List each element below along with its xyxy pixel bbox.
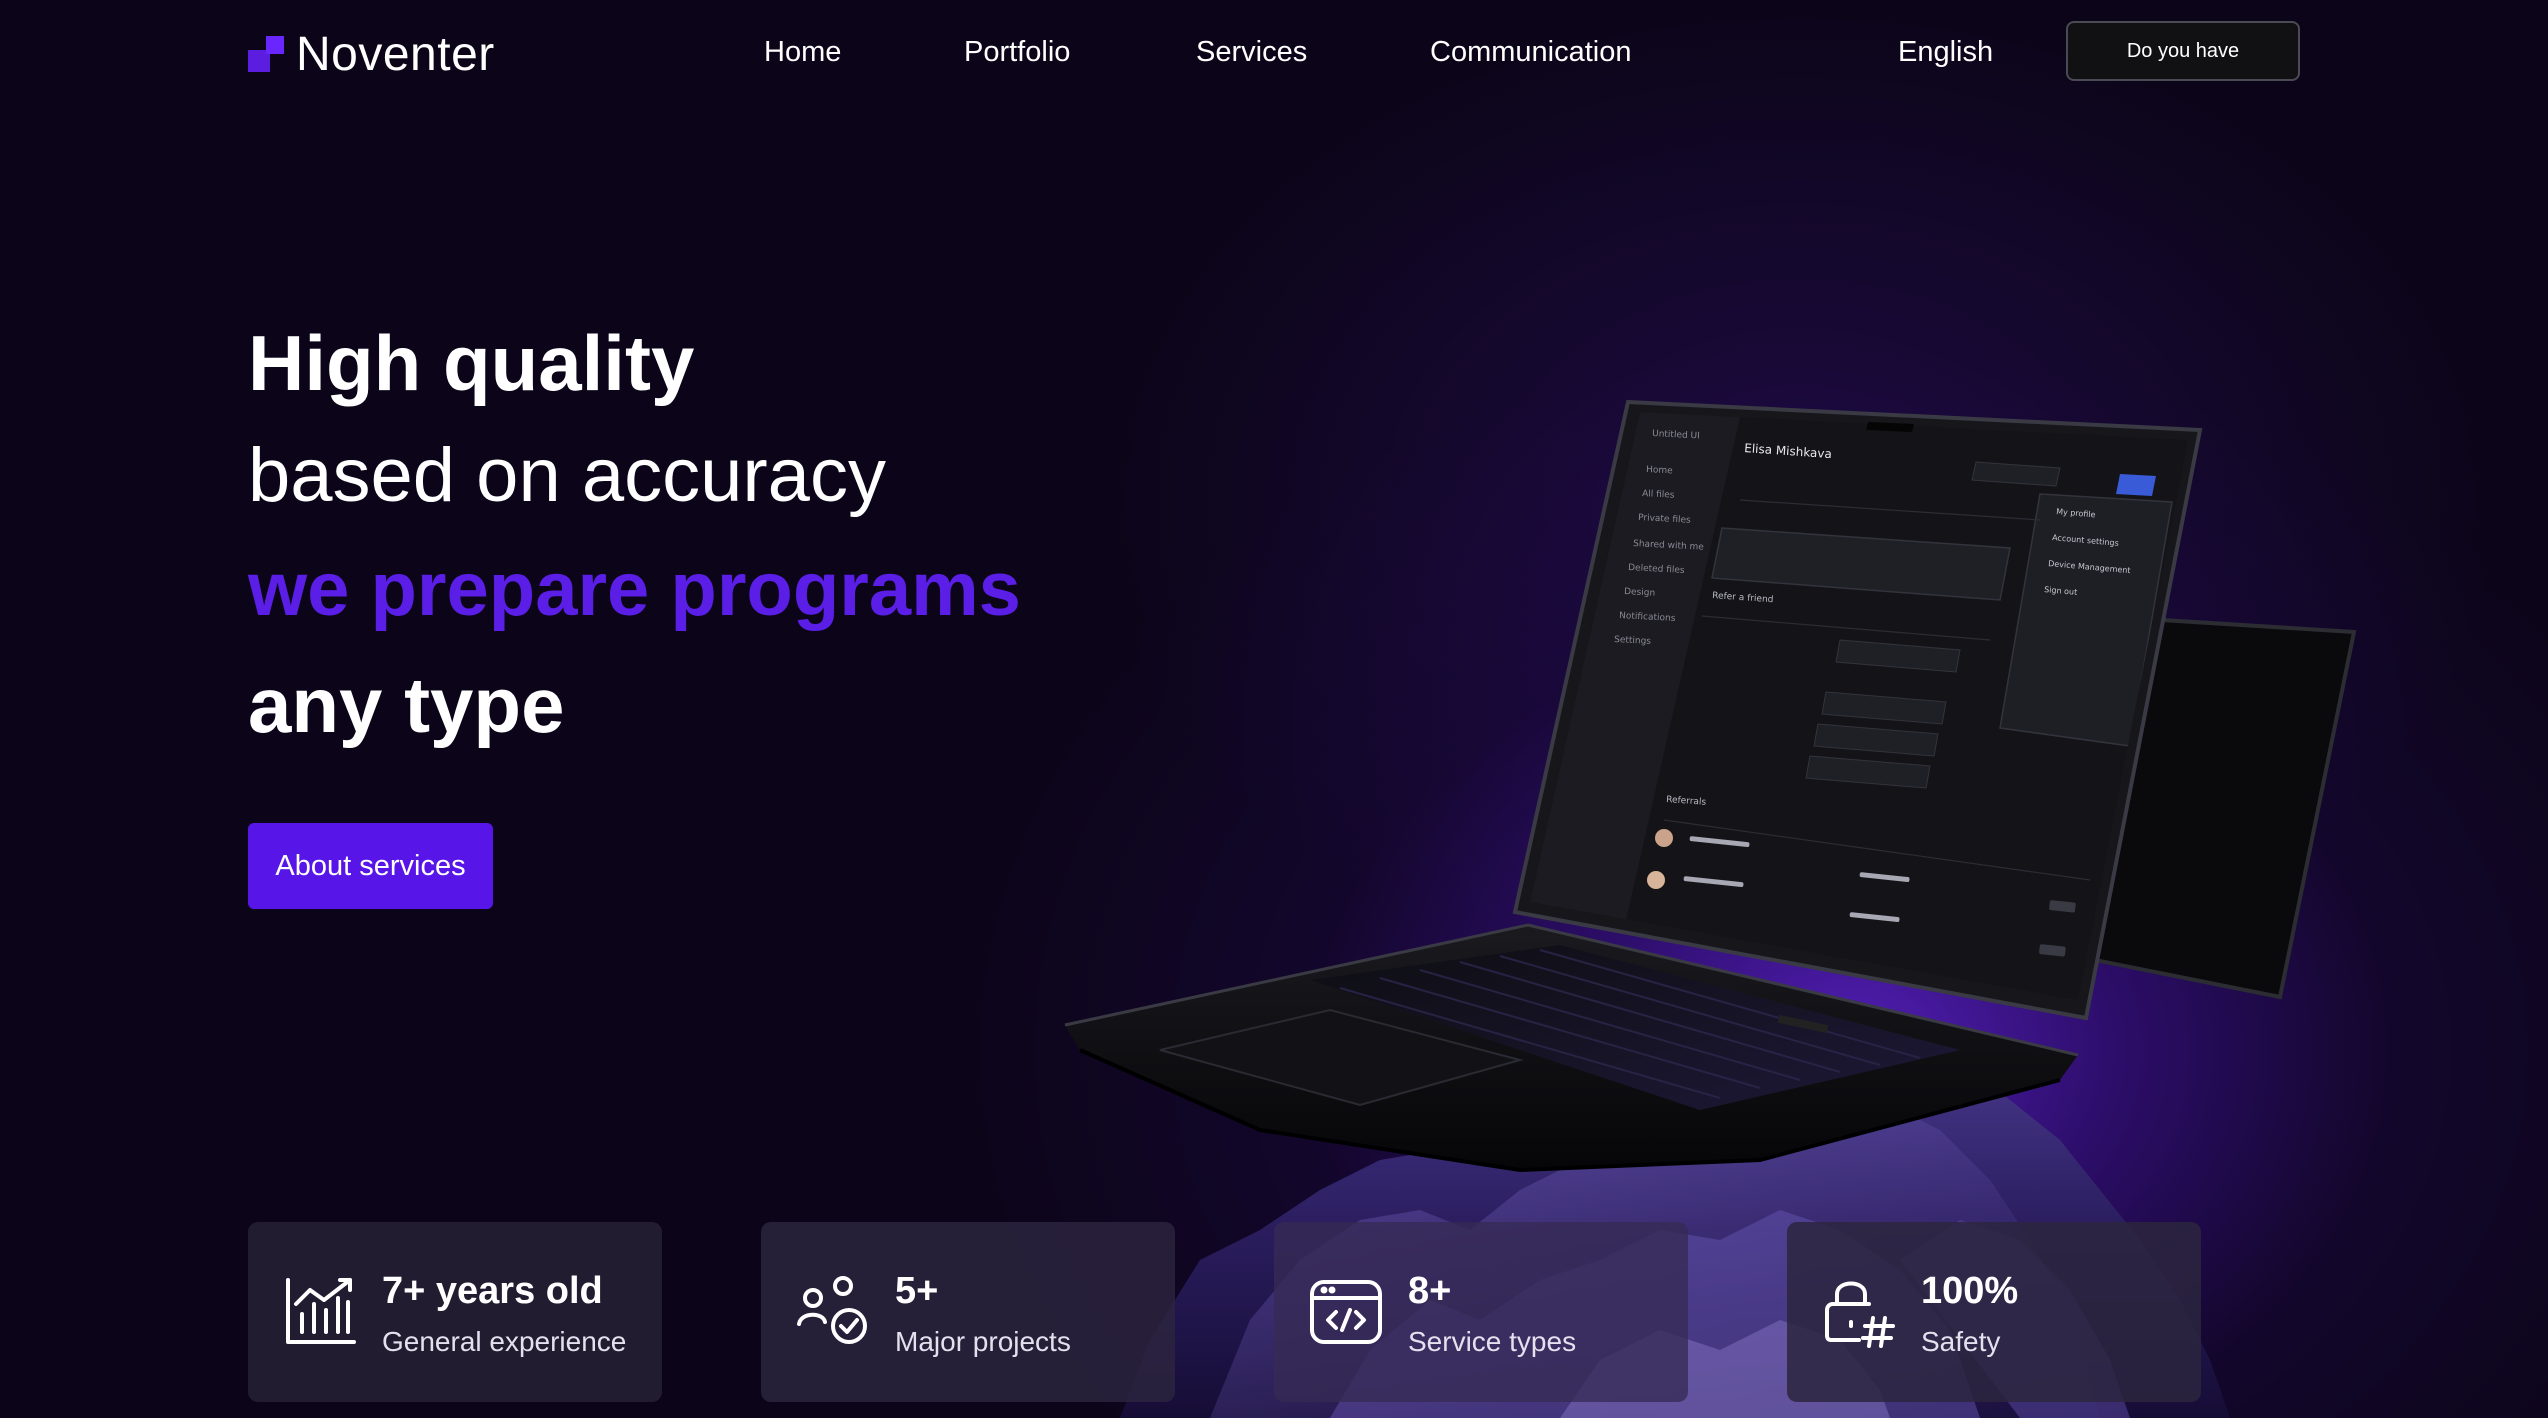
hero-illustration (1000, 360, 2548, 1418)
stat-label: Safety (1921, 1326, 2001, 1357)
stat-value: 8+ (1408, 1270, 1452, 1312)
about-services-button[interactable]: About services (248, 823, 493, 909)
hero-title-line-2: based on accuracy (248, 433, 886, 518)
bar-chart-icon (286, 1278, 356, 1344)
laptop-screen (1000, 360, 2548, 1418)
contact-cta-button[interactable]: Do you have (2066, 21, 2300, 81)
language-selector[interactable]: English (1898, 32, 1993, 72)
stat-card-experience: 7+ years old General experience (248, 1222, 662, 1402)
nav-home-link[interactable]: Home (764, 32, 841, 72)
code-window-icon (1310, 1280, 1382, 1344)
stat-card-safety: 100% Safety (1787, 1222, 2201, 1402)
nav-portfolio-link[interactable]: Portfolio (964, 32, 1070, 72)
stat-value: 5+ (895, 1270, 939, 1312)
stat-value: 7+ years old (382, 1270, 603, 1312)
landing-page: Noventer Home Portfolio Services Communi… (0, 0, 2548, 1418)
stat-label: Service types (1408, 1326, 1577, 1357)
stat-label: General experience (382, 1326, 627, 1357)
logo-text: Noventer (296, 27, 495, 81)
hero-title-line-1: High quality (248, 319, 695, 407)
users-check-icon (797, 1276, 867, 1344)
lock-hash-icon (1825, 1281, 1895, 1348)
nav-communication-link[interactable]: Communication (1430, 32, 1631, 72)
navbar: Noventer Home Portfolio Services Communi… (0, 0, 2548, 110)
hero-title-line-3: we prepare programs (248, 547, 1021, 632)
logo-mark-icon (248, 32, 288, 76)
logo[interactable]: Noventer (248, 26, 495, 82)
stat-value: 100% (1921, 1270, 2019, 1312)
stat-label: Major projects (895, 1326, 1071, 1357)
stat-card-projects: 5+ Major projects (761, 1222, 1175, 1402)
stat-card-services: 8+ Service types (1274, 1222, 1688, 1402)
nav-services-link[interactable]: Services (1196, 32, 1307, 72)
hero-title-line-4: any type (248, 661, 565, 749)
